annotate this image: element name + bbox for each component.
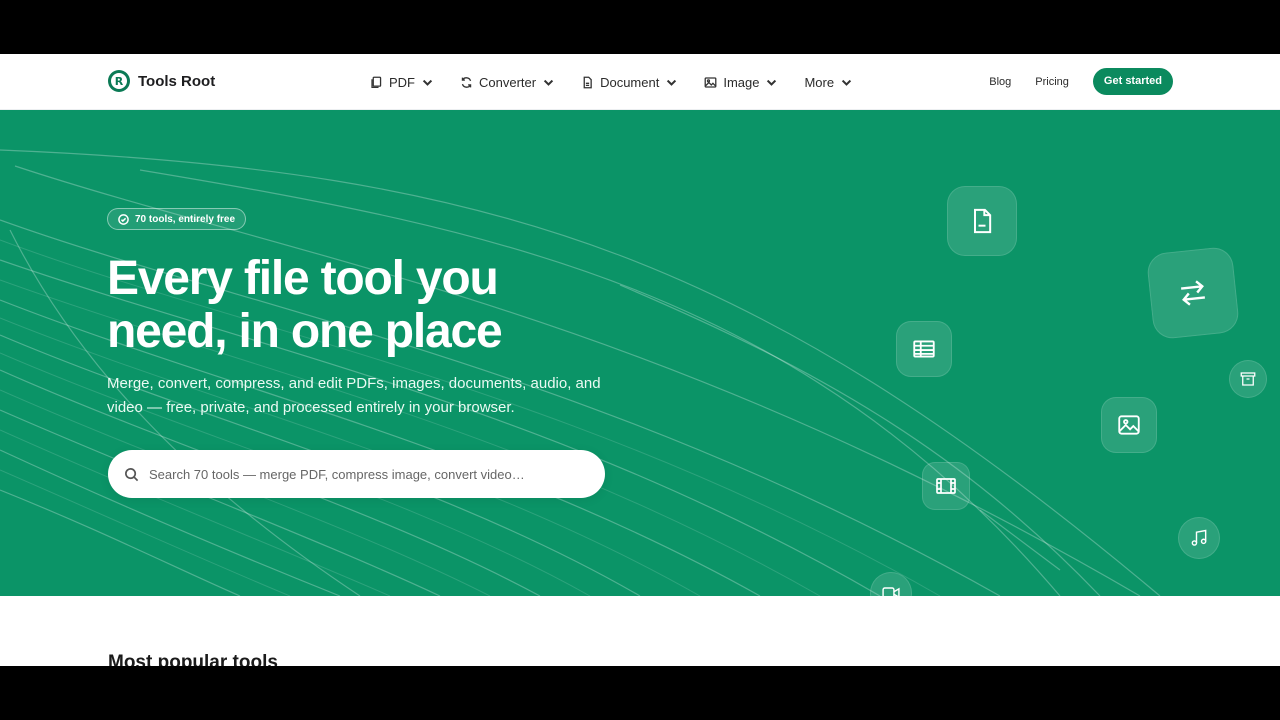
chevron-down-icon	[543, 79, 554, 86]
chevron-down-icon	[667, 79, 677, 86]
logo-mark-letter: R	[114, 74, 124, 88]
header-actions: Blog Pricing Get started	[989, 68, 1173, 95]
music-icon	[1191, 529, 1207, 546]
blog-link[interactable]: Blog	[989, 76, 1011, 88]
hero-section: 70 tools, entirely free Every file tool …	[0, 110, 1280, 596]
document-icon	[583, 76, 592, 88]
floating-archive-tile	[1229, 360, 1267, 398]
browser-viewport: R Tools Root PDF Converter Document Imag…	[0, 54, 1280, 666]
floating-music-tile	[1178, 517, 1220, 559]
tool-search-box	[108, 450, 605, 498]
nav-pdf[interactable]: PDF	[370, 70, 434, 94]
spreadsheet-icon	[913, 340, 935, 358]
check-circle-icon	[118, 213, 129, 225]
nav-document-label: Document	[600, 74, 660, 90]
video-camera-icon	[882, 587, 900, 596]
hero-title: Every file tool you need, in one place	[107, 252, 667, 358]
chevron-down-icon	[422, 79, 433, 86]
search-icon	[125, 467, 139, 481]
tool-search-input[interactable]	[149, 466, 569, 482]
nav-image[interactable]: Image	[704, 70, 778, 94]
floating-swap-tile	[1145, 245, 1241, 341]
nav-more-label: More	[804, 74, 835, 90]
chevron-down-icon	[767, 79, 777, 86]
hero-subtitle: Merge, convert, compress, and edit PDFs,…	[107, 375, 601, 416]
floating-film-tile	[922, 462, 970, 510]
most-popular-tools-heading: Most popular tools	[108, 652, 278, 666]
nav-image-label: Image	[723, 74, 760, 90]
get-started-button[interactable]: Get started	[1092, 68, 1173, 95]
main-nav: PDF Converter Document Image More	[370, 70, 853, 94]
letterbox-bottom	[0, 666, 1280, 720]
logo-text: Tools Root	[138, 72, 216, 90]
files-icon	[371, 76, 382, 88]
floating-image-tile	[1101, 397, 1157, 453]
hero-title-line2: need, in one place	[107, 305, 503, 358]
refresh-icon	[461, 76, 472, 88]
hero-title-line1: Every file tool you	[107, 252, 499, 305]
image-icon	[704, 76, 717, 88]
floating-spreadsheet-tile	[896, 321, 952, 377]
nav-converter-label: Converter	[479, 74, 537, 90]
logo-mark: R	[108, 70, 130, 92]
chevron-down-icon	[841, 79, 852, 86]
floating-document-tile	[947, 186, 1017, 256]
logo-link[interactable]: R Tools Root	[108, 70, 215, 92]
archive-icon	[1240, 372, 1256, 386]
nav-converter[interactable]: Converter	[460, 70, 555, 94]
image-icon	[1118, 415, 1140, 435]
site-header: R Tools Root PDF Converter Document Imag…	[0, 54, 1280, 110]
pricing-link[interactable]: Pricing	[1035, 76, 1069, 88]
nav-document[interactable]: Document	[581, 70, 678, 94]
free-tools-badge: 70 tools, entirely free	[107, 208, 247, 230]
nav-more[interactable]: More	[804, 70, 853, 94]
badge-label: 70 tools, entirely free	[135, 213, 236, 225]
letterbox-top	[0, 0, 1280, 54]
nav-pdf-label: PDF	[389, 74, 415, 90]
swap-arrows-icon	[1181, 280, 1205, 306]
document-icon	[974, 208, 992, 234]
film-icon	[936, 478, 956, 494]
